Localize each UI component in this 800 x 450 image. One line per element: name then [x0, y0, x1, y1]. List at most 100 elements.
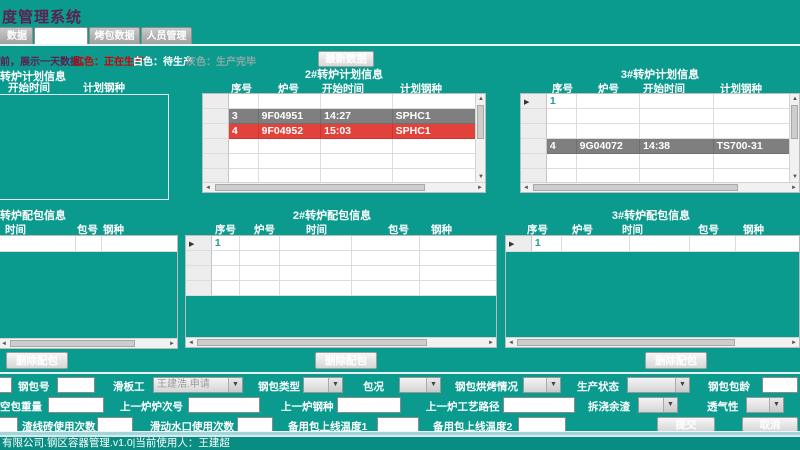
ladle-cond-select[interactable]: ▼ [399, 377, 441, 393]
scroll-left-icon[interactable]: ◄ [186, 338, 196, 348]
table-row[interactable] [186, 251, 496, 266]
chevron-down-icon[interactable]: ▼ [228, 378, 242, 392]
row-selector-icon: ▶ [189, 241, 194, 248]
table-row[interactable] [0, 236, 177, 252]
ladle-cond-label: 包况 [363, 379, 384, 394]
horizontal-scrollbar[interactable]: ◄ ► [506, 337, 799, 347]
ladle-no-label: 钢包号 [18, 379, 50, 394]
prev-grade-input[interactable] [337, 397, 401, 413]
scrollbar-thumb[interactable] [10, 340, 135, 347]
scrollbar-thumb[interactable] [533, 184, 738, 191]
table-row[interactable] [186, 281, 496, 296]
chevron-down-icon[interactable]: ▼ [663, 398, 677, 412]
alloc1-table: ◄ ► [0, 235, 178, 349]
alloc2-title: 2#转炉配包信息 [262, 207, 402, 223]
nozzle-count-input[interactable] [237, 417, 273, 432]
scroll-up-icon[interactable]: ▲ [476, 94, 486, 104]
cut-input[interactable] [0, 417, 18, 432]
scroll-down-icon[interactable]: ▼ [476, 172, 486, 182]
submit-button[interactable]: 提交 [657, 417, 715, 432]
ladle-age-input[interactable] [762, 377, 798, 393]
refresh-data-button[interactable]: 最新数据 [318, 51, 374, 67]
scroll-right-icon[interactable]: ► [475, 183, 485, 193]
horizontal-scrollbar[interactable]: ◄ ► [186, 337, 496, 347]
scrollbar-thumb[interactable] [477, 105, 484, 139]
scrollbar-thumb[interactable] [197, 339, 427, 346]
ladle-no-input[interactable] [57, 377, 95, 393]
alloc1-title: 转炉配包信息 [0, 207, 66, 223]
window-title: 度管理系统 [2, 6, 82, 27]
table-row-producing[interactable]: 4 9F04952 15:03 SPHC1 [203, 124, 475, 139]
row-selector-icon: ▶ [524, 99, 529, 106]
alloc2-table: ▶ 1 ◄ ► [185, 235, 497, 348]
app-window: 度管理系统 数据 烤包数据 人员管理 前，展示一天数据。 红色：正在生产 白色：… [0, 0, 800, 450]
scroll-right-icon[interactable]: ► [789, 338, 799, 348]
scrollbar-thumb[interactable] [791, 105, 798, 139]
plan3-table: ▶ 1 4 9G04072 14:38 TS700-31 ▲ ▼ ◄ [520, 93, 800, 193]
chevron-down-icon[interactable]: ▼ [546, 378, 560, 392]
form-divider [0, 372, 800, 374]
slagline-count-input[interactable] [97, 417, 133, 432]
ladle-type-label: 钢包类型 [258, 379, 300, 394]
vertical-scrollbar[interactable]: ▲ ▼ [475, 94, 485, 182]
scrollbar-thumb[interactable] [517, 339, 735, 346]
scroll-right-icon[interactable]: ► [167, 339, 177, 349]
horizontal-scrollbar[interactable]: ◄ ► [521, 182, 799, 192]
tab-selected[interactable] [34, 27, 88, 44]
table-empty-area [186, 296, 496, 337]
table-row[interactable] [203, 139, 475, 154]
scrollbar-thumb[interactable] [215, 184, 425, 191]
scroll-right-icon[interactable]: ► [486, 338, 496, 348]
bake-status-label: 钢包烘烤情况 [455, 379, 518, 394]
chevron-down-icon[interactable]: ▼ [769, 398, 783, 412]
table-row[interactable] [521, 124, 789, 139]
tab-personnel[interactable]: 人员管理 [141, 27, 192, 44]
scroll-down-icon[interactable]: ▼ [790, 172, 800, 182]
vertical-scrollbar[interactable]: ▲ ▼ [789, 94, 799, 182]
chevron-down-icon[interactable]: ▼ [675, 378, 689, 392]
scroll-right-icon[interactable]: ► [789, 183, 799, 193]
delete-alloc2-button[interactable]: 删除配包 [315, 352, 377, 369]
table-row[interactable] [203, 154, 475, 169]
table-row[interactable] [521, 154, 789, 169]
horizontal-scrollbar[interactable]: ◄ ► [203, 182, 485, 192]
tab-bake-data[interactable]: 烤包数据 [89, 27, 140, 44]
ladle-type-select[interactable]: ▼ [303, 377, 343, 393]
table-row[interactable]: ▶ 1 [186, 236, 496, 251]
prev-heat-no-input[interactable] [188, 397, 260, 413]
residual-slag-select[interactable]: ▼ [638, 397, 678, 413]
scroll-left-icon[interactable]: ◄ [506, 338, 516, 348]
scroll-left-icon[interactable]: ◄ [203, 183, 213, 193]
plan1-table[interactable] [0, 94, 169, 200]
backup-temp1-input[interactable] [377, 417, 419, 432]
delete-alloc1-button[interactable]: 删除配包 [6, 352, 68, 369]
slide-worker-select[interactable]: 王建浩.申请 ▼ [153, 377, 243, 393]
permeability-label: 透气性 [707, 399, 739, 414]
scroll-up-icon[interactable]: ▲ [790, 94, 800, 104]
table-row[interactable] [186, 266, 496, 281]
prev-route-input[interactable] [503, 397, 575, 413]
bake-status-select[interactable]: ▼ [523, 377, 561, 393]
prod-status-select[interactable]: ▼ [627, 377, 690, 393]
empty-weight-input[interactable] [48, 397, 104, 413]
row-selector-icon: ▶ [509, 241, 514, 248]
cut-input[interactable] [0, 377, 12, 393]
scroll-left-icon[interactable]: ◄ [521, 183, 531, 193]
legend-waiting: 白色：待生产 [133, 53, 193, 68]
table-row[interactable]: ▶ 1 [506, 236, 799, 252]
scroll-left-icon[interactable]: ◄ [0, 339, 9, 349]
chevron-down-icon[interactable]: ▼ [426, 378, 440, 392]
table-row-finished[interactable]: 4 9G04072 14:38 TS700-31 [521, 139, 789, 154]
tab-dispatch-data[interactable]: 数据 [0, 27, 33, 44]
horizontal-scrollbar[interactable]: ◄ ► [0, 338, 177, 348]
table-row[interactable]: ▶ 1 [521, 94, 789, 109]
table-row[interactable] [521, 109, 789, 124]
chevron-down-icon[interactable]: ▼ [328, 378, 342, 392]
delete-alloc3-button[interactable]: 删除配包 [645, 352, 707, 369]
table-row-finished[interactable]: 3 9F04951 14:27 SPHC1 [203, 109, 475, 124]
permeability-select[interactable]: ▼ [746, 397, 784, 413]
cancel-button[interactable]: 取消 [742, 417, 798, 432]
table-row[interactable] [203, 94, 475, 109]
backup-temp2-input[interactable] [518, 417, 566, 432]
alloc3-title: 3#转炉配包信息 [576, 207, 726, 223]
